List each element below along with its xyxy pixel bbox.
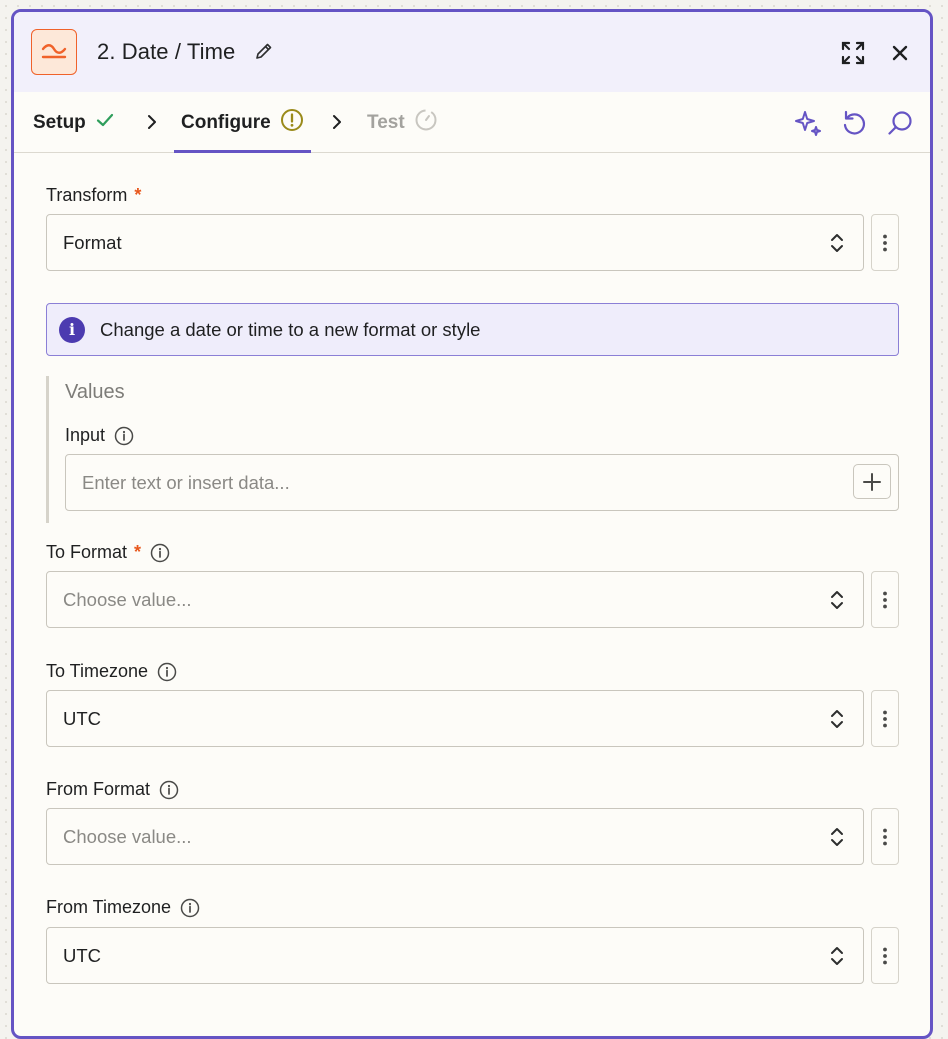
transform-label: Transform * bbox=[46, 185, 141, 206]
required-marker: * bbox=[134, 185, 142, 205]
step-panel: 2. Date / Time Setup Configure Test Tran… bbox=[11, 9, 933, 1039]
to-timezone-label-text: To Timezone bbox=[46, 661, 149, 681]
info-circle-icon[interactable] bbox=[114, 426, 134, 446]
tab-label: Configure bbox=[181, 111, 271, 133]
panel-header: 2. Date / Time bbox=[14, 12, 930, 92]
input-placeholder: Enter text or insert data... bbox=[82, 471, 290, 493]
tab-label: Test bbox=[367, 111, 405, 133]
to-timezone-select[interactable]: UTC bbox=[46, 690, 864, 747]
from-timezone-label-text: From Timezone bbox=[46, 897, 172, 917]
to-timezone-label: To Timezone bbox=[46, 661, 177, 682]
expand-icon[interactable] bbox=[838, 38, 868, 68]
more-vertical-icon bbox=[883, 234, 887, 251]
more-vertical-icon bbox=[883, 591, 887, 608]
chevron-up-down-icon bbox=[829, 826, 845, 853]
tab-label: Setup bbox=[33, 111, 86, 133]
required-marker: * bbox=[134, 542, 142, 562]
to-format-label-text: To Format bbox=[46, 542, 128, 562]
check-icon bbox=[95, 110, 115, 136]
more-vertical-icon bbox=[883, 828, 887, 845]
ai-sparkle-icon[interactable] bbox=[792, 107, 824, 139]
input-field[interactable]: Enter text or insert data... bbox=[65, 454, 899, 511]
from-format-select[interactable]: Choose value... bbox=[46, 808, 864, 865]
to-format-more-button[interactable] bbox=[871, 571, 899, 628]
info-callout: i Change a date or time to a new format … bbox=[46, 303, 899, 356]
chevron-up-down-icon bbox=[829, 945, 845, 972]
tab-configure[interactable]: Configure bbox=[174, 92, 311, 153]
to-format-label: To Format * bbox=[46, 542, 170, 563]
to-timezone-more-button[interactable] bbox=[871, 690, 899, 747]
from-format-placeholder: Choose value... bbox=[63, 825, 192, 847]
info-message: Change a date or time to a new format or… bbox=[100, 318, 481, 340]
search-icon[interactable] bbox=[884, 107, 916, 139]
close-icon[interactable] bbox=[885, 38, 915, 68]
tab-setup[interactable]: Setup bbox=[33, 92, 115, 153]
info-icon: i bbox=[59, 316, 85, 343]
transform-value: Format bbox=[63, 231, 122, 253]
from-timezone-value: UTC bbox=[63, 944, 102, 966]
to-format-placeholder: Choose value... bbox=[63, 588, 192, 610]
info-circle-icon[interactable] bbox=[159, 780, 179, 800]
input-label: Input bbox=[65, 425, 134, 446]
transform-more-button[interactable] bbox=[871, 214, 899, 271]
to-format-select[interactable]: Choose value... bbox=[46, 571, 864, 628]
from-timezone-select[interactable]: UTC bbox=[46, 927, 864, 984]
more-vertical-icon bbox=[883, 947, 887, 964]
transform-select[interactable]: Format bbox=[46, 214, 864, 271]
values-title: Values bbox=[65, 381, 125, 403]
timer-icon bbox=[414, 108, 438, 138]
input-label-text: Input bbox=[65, 425, 106, 445]
step-title: 2. Date / Time bbox=[97, 39, 236, 64]
plus-icon bbox=[863, 472, 881, 491]
warning-icon bbox=[280, 108, 304, 138]
from-format-label: From Format bbox=[46, 779, 179, 800]
from-timezone-more-button[interactable] bbox=[871, 927, 899, 984]
tab-test[interactable]: Test bbox=[367, 92, 438, 153]
step-tabs: Setup Configure Test bbox=[14, 92, 930, 153]
from-format-label-text: From Format bbox=[46, 779, 151, 799]
chevron-up-down-icon bbox=[829, 708, 845, 735]
chevron-right-icon bbox=[330, 112, 344, 137]
more-vertical-icon bbox=[883, 710, 887, 727]
chevron-up-down-icon bbox=[829, 232, 845, 259]
values-group: Values Input Enter text or insert data..… bbox=[46, 376, 899, 523]
transform-label-text: Transform bbox=[46, 185, 128, 205]
chevron-right-icon bbox=[145, 112, 159, 137]
chevron-up-down-icon bbox=[829, 589, 845, 616]
formatter-icon bbox=[31, 29, 77, 75]
info-circle-icon[interactable] bbox=[150, 543, 170, 563]
reset-icon[interactable] bbox=[838, 107, 870, 139]
insert-data-button[interactable] bbox=[853, 464, 891, 499]
info-circle-icon[interactable] bbox=[157, 662, 177, 682]
pencil-icon[interactable] bbox=[254, 41, 274, 66]
info-circle-icon[interactable] bbox=[180, 898, 200, 918]
from-timezone-label: From Timezone bbox=[46, 897, 200, 918]
from-format-more-button[interactable] bbox=[871, 808, 899, 865]
to-timezone-value: UTC bbox=[63, 707, 102, 729]
